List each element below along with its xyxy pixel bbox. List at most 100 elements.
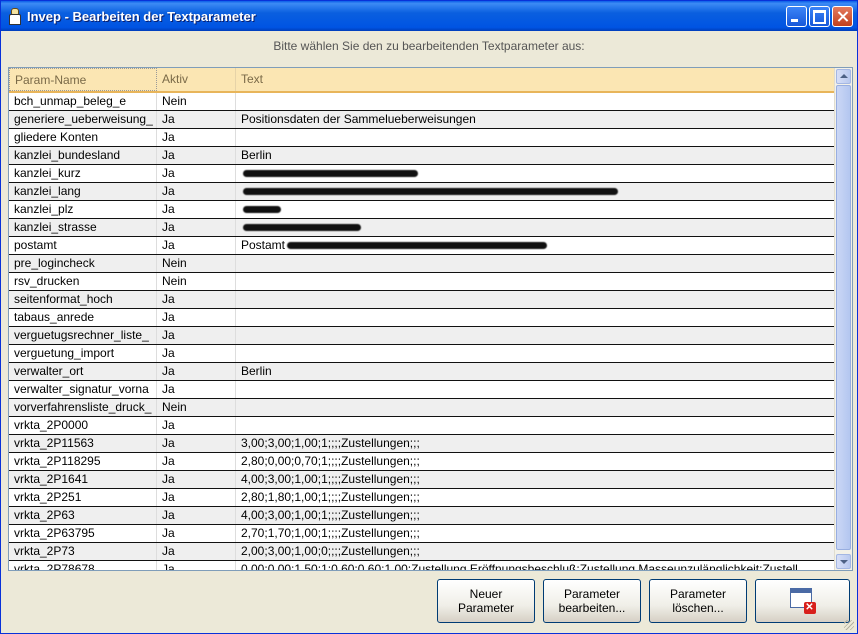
table-row[interactable]: generiere_ueberweisung_ Ja Positionsdaten … [9, 111, 835, 129]
cell-text-value: 4,00;3,00;1,00;1;;;;Zustellungen;;; [241, 508, 420, 522]
table-row[interactable]: kanzlei_strasse Ja [9, 219, 835, 237]
cell-text: Postamt [236, 237, 835, 254]
table-row[interactable]: vrkta_2P0000 Ja [9, 417, 835, 435]
table-row[interactable]: verguetung_import Ja [9, 345, 835, 363]
cell-text-value: Positionsdaten der Sammelueberweisungen [241, 112, 476, 126]
cell-param-name: tabaus_anrede [9, 309, 157, 326]
table-row[interactable]: vorverfahrensliste_druck_ Nein [9, 399, 835, 417]
cell-param-name: vrkta_2P63 [9, 507, 157, 524]
delete-parameter-label-1: Parameter [669, 587, 727, 601]
table-row[interactable]: rsv_drucken Nein [9, 273, 835, 291]
new-parameter-button[interactable]: Neuer Parameter [437, 579, 535, 623]
cell-text [236, 255, 835, 272]
minimize-button[interactable] [786, 6, 807, 27]
cell-param-name: gliedere Konten [9, 129, 157, 146]
cell-param-name: bch_unmap_beleg_e [9, 93, 157, 110]
cell-aktiv: Ja [157, 129, 236, 146]
column-header-aktiv[interactable]: Aktiv [157, 68, 236, 91]
table-row[interactable]: vrkta_2P63795 Ja 2,70;1,70;1,00;1;;;;Zuste… [9, 525, 835, 543]
table-row[interactable]: vrkta_2P1641 Ja 4,00;3,00;1,00;1;;;;Zustel… [9, 471, 835, 489]
column-header-text[interactable]: Text [236, 68, 835, 91]
table-header: Param-Name Aktiv Text [9, 68, 835, 93]
cell-text [236, 381, 835, 398]
cell-text-value: 2,80;0,00;0,70;1;;;;Zustellungen;;; [241, 454, 420, 468]
column-header-param-name[interactable]: Param-Name [9, 68, 157, 91]
table-row[interactable]: seitenformat_hoch Ja [9, 291, 835, 309]
cell-param-name: vrkta_2P118295 [9, 453, 157, 470]
cell-text: 0,00;0,00;1,50;1;0,60;0,60;1,00;Zustellu… [236, 561, 835, 571]
edit-parameter-button[interactable]: Parameter bearbeiten... [543, 579, 641, 623]
scroll-up-button[interactable] [836, 69, 851, 84]
cell-text-value: Berlin [241, 148, 272, 162]
cell-text [236, 417, 835, 434]
cell-param-name: verguetugsrechner_liste_ [9, 327, 157, 344]
cell-text [236, 165, 835, 182]
table-row[interactable]: verguetugsrechner_liste_ Ja [9, 327, 835, 345]
table-row[interactable]: gliedere Konten Ja [9, 129, 835, 147]
table-row[interactable]: tabaus_anrede Ja [9, 309, 835, 327]
parameter-table[interactable]: Param-Name Aktiv Text bch_unmap_beleg_e N… [8, 67, 853, 571]
cell-param-name: generiere_ueberweisung_ [9, 111, 157, 128]
cell-text [236, 273, 835, 290]
scroll-thumb[interactable] [836, 85, 851, 550]
redacted-text [243, 206, 281, 214]
table-row[interactable]: kanzlei_kurz Ja [9, 165, 835, 183]
table-row[interactable]: vrkta_2P118295 Ja 2,80;0,00;0,70;1;;;;Zust… [9, 453, 835, 471]
cell-text: 4,00;3,00;1,00;1;;;;Zustellungen;;; [236, 471, 835, 488]
cell-aktiv: Ja [157, 363, 236, 380]
cell-aktiv: Ja [157, 525, 236, 542]
cell-text-value: 2,00;3,00;1,00;0;;;;Zustellungen;;; [241, 544, 420, 558]
table-row[interactable]: kanzlei_lang Ja [9, 183, 835, 201]
edit-parameter-label-2: bearbeiten... [558, 601, 626, 615]
title-bar[interactable]: Invep - Bearbeiten der Textparameter [1, 1, 857, 31]
cell-param-name: kanzlei_plz [9, 201, 157, 218]
cell-text-value: 2,80;1,80;1,00;1;;;;Zustellungen;;; [241, 490, 420, 504]
table-row[interactable]: kanzlei_plz Ja [9, 201, 835, 219]
cell-text [236, 183, 835, 200]
resize-grip[interactable] [844, 620, 854, 630]
cell-param-name: vrkta_2P1641 [9, 471, 157, 488]
cell-text: Berlin [236, 363, 835, 380]
cell-aktiv: Ja [157, 183, 236, 200]
table-row[interactable]: pre_logincheck Nein [9, 255, 835, 273]
cell-aktiv: Nein [157, 399, 236, 416]
redacted-text [243, 170, 418, 178]
cell-text [236, 219, 835, 236]
cell-aktiv: Nein [157, 93, 236, 110]
cell-param-name: rsv_drucken [9, 273, 157, 290]
cell-aktiv: Ja [157, 291, 236, 308]
table-row[interactable]: postamt Ja Postamt [9, 237, 835, 255]
table-row[interactable]: vrkta_2P73 Ja 2,00;3,00;1,00;0;;;;Zustellu… [9, 543, 835, 561]
cell-param-name: seitenformat_hoch [9, 291, 157, 308]
table-row[interactable]: verwalter_signatur_vorna Ja [9, 381, 835, 399]
close-button[interactable] [832, 6, 853, 27]
vertical-scrollbar[interactable] [834, 68, 852, 570]
exit-button[interactable]: ✕ [755, 579, 850, 623]
table-row[interactable]: vrkta_2P78678 Ja 0,00;0,00;1,50;1;0,60;0,6… [9, 561, 835, 571]
table-row[interactable]: bch_unmap_beleg_e Nein [9, 93, 835, 111]
cell-aktiv: Ja [157, 435, 236, 452]
cell-param-name: vrkta_2P11563 [9, 435, 157, 452]
table-row[interactable]: vrkta_2P11563 Ja 3,00;3,00;1,00;1;;;;Zuste… [9, 435, 835, 453]
cell-text-value: 0,00;0,00;1,50;1;0,60;0,60;1,00;Zustellu… [241, 562, 798, 571]
cell-aktiv: Ja [157, 489, 236, 506]
redacted-text [243, 224, 361, 232]
cell-param-name: pre_logincheck [9, 255, 157, 272]
maximize-button[interactable] [809, 6, 830, 27]
table-row[interactable]: kanzlei_bundesland Ja Berlin [9, 147, 835, 165]
table-row[interactable]: vrkta_2P63 Ja 4,00;3,00;1,00;1;;;;Zustellu… [9, 507, 835, 525]
cell-aktiv: Ja [157, 543, 236, 560]
app-icon [7, 8, 21, 25]
cell-text [236, 327, 835, 344]
delete-parameter-button[interactable]: Parameter löschen... [649, 579, 747, 623]
action-buttons: Neuer Parameter Parameter bearbeiten... … [437, 579, 850, 625]
cell-aktiv: Ja [157, 381, 236, 398]
cell-text: 2,70;1,70;1,00;1;;;;Zustellungen;;; [236, 525, 835, 542]
cell-aktiv: Ja [157, 237, 236, 254]
cell-text [236, 291, 835, 308]
edit-parameter-label-1: Parameter [563, 587, 621, 601]
scroll-down-button[interactable] [836, 554, 851, 569]
table-row[interactable]: verwalter_ort Ja Berlin [9, 363, 835, 381]
cell-text: 2,80;1,80;1,00;1;;;;Zustellungen;;; [236, 489, 835, 506]
table-row[interactable]: vrkta_2P251 Ja 2,80;1,80;1,00;1;;;;Zustell… [9, 489, 835, 507]
